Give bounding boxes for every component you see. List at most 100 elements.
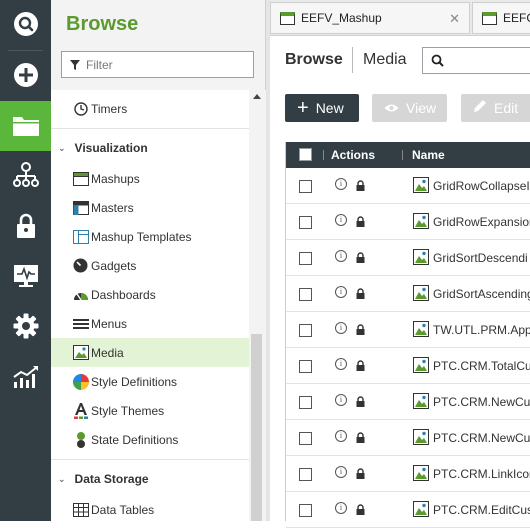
table-row[interactable]: i PTC.CRM.NewCu	[286, 384, 530, 420]
eye-icon	[384, 100, 399, 117]
table-row[interactable]: i PTC.CRM.NewCu	[286, 420, 530, 456]
lock-icon	[356, 252, 365, 263]
close-icon[interactable]: ✕	[449, 11, 460, 27]
lock-icon	[356, 180, 365, 191]
row-name[interactable]: PTC.CRM.TotalCu	[433, 359, 530, 373]
row-name[interactable]: GridRowCollapseI	[433, 179, 530, 193]
tree-item-menus[interactable]: Menus	[51, 309, 249, 338]
row-checkbox[interactable]	[299, 468, 312, 481]
table-row[interactable]: i GridSortDescendi	[286, 240, 530, 276]
row-name[interactable]: GridRowExpansion	[433, 215, 530, 229]
settings-rail-button[interactable]	[0, 302, 51, 350]
table-row[interactable]: i GridSortAscending	[286, 276, 530, 312]
info-icon[interactable]: i	[335, 466, 347, 478]
tree-item-mashup-templates[interactable]: Mashup Templates	[51, 222, 249, 251]
row-checkbox[interactable]	[299, 432, 312, 445]
monitor-icon	[13, 265, 38, 287]
new-button[interactable]: + New	[285, 94, 359, 122]
breadcrumb[interactable]: Browse	[285, 51, 343, 69]
media-grid: Actions Name i GridRowCollapseI i GridRowEx…	[285, 142, 530, 528]
column-header-actions[interactable]: Actions	[331, 148, 375, 162]
filter-box[interactable]	[61, 51, 254, 78]
table-row[interactable]: i TW.UTL.PRM.App	[286, 312, 530, 348]
scroll-thumb[interactable]	[251, 334, 262, 521]
row-name[interactable]: GridSortAscending	[433, 287, 530, 301]
media-icon	[413, 249, 429, 265]
info-icon[interactable]: i	[335, 214, 347, 226]
row-checkbox[interactable]	[299, 504, 312, 517]
tab-eefg[interactable]: EEFG	[472, 2, 530, 34]
info-icon[interactable]: i	[335, 178, 347, 190]
edit-button[interactable]: Edit	[461, 94, 530, 122]
row-name[interactable]: PTC.CRM.LinkIcon	[433, 467, 530, 481]
lock-icon	[356, 432, 365, 443]
dashboard-icon	[72, 286, 89, 303]
tree-item-gadgets[interactable]: Gadgets	[51, 251, 249, 280]
select-all-checkbox[interactable]	[299, 148, 312, 161]
row-checkbox[interactable]	[299, 324, 312, 337]
info-icon[interactable]: i	[335, 250, 347, 262]
new-rail-button[interactable]	[0, 51, 51, 99]
info-icon[interactable]: i	[335, 502, 347, 514]
search-field[interactable]	[422, 47, 530, 74]
lock-icon	[16, 213, 35, 238]
info-icon[interactable]: i	[335, 286, 347, 298]
tree-item-label: Media	[91, 345, 124, 360]
row-checkbox[interactable]	[299, 360, 312, 373]
row-name[interactable]: TW.UTL.PRM.App	[433, 323, 530, 337]
tree-item-data-tables[interactable]: Data Tables	[51, 495, 249, 521]
section-label: Visualization	[74, 141, 148, 155]
scroll-up-arrow-icon[interactable]	[253, 94, 261, 99]
media-icon	[413, 465, 429, 481]
tree-item-style-definitions[interactable]: Style Definitions	[51, 367, 249, 396]
tree-scrollbar[interactable]	[249, 90, 266, 521]
search-rail-button[interactable]	[0, 0, 51, 48]
row-name[interactable]: PTC.CRM.EditCus	[433, 503, 530, 517]
plus-icon: +	[297, 97, 309, 119]
row-name[interactable]: PTC.CRM.NewCu	[433, 395, 530, 409]
tree-item-label: Dashboards	[91, 287, 156, 302]
row-checkbox[interactable]	[299, 252, 312, 265]
analytics-rail-button[interactable]	[0, 353, 51, 401]
tab-bar: EEFV_Mashup ✕ EEFG	[270, 0, 530, 36]
row-checkbox[interactable]	[299, 216, 312, 229]
row-checkbox[interactable]	[299, 180, 312, 193]
tree-item-dashboards[interactable]: Dashboards	[51, 280, 249, 309]
browse-panel: Browse Timers ⌄ Visualization Mashups	[51, 0, 266, 521]
media-icon	[72, 344, 89, 361]
tree-item-masters[interactable]: Masters	[51, 193, 249, 222]
tree-item-timers[interactable]: Timers	[51, 94, 249, 123]
tree-item-label: Mashup Templates	[91, 229, 192, 244]
lock-icon	[356, 288, 365, 299]
table-row[interactable]: i GridRowExpansion	[286, 204, 530, 240]
view-button[interactable]: View	[372, 94, 447, 122]
row-name[interactable]: PTC.CRM.NewCu	[433, 431, 530, 445]
section-data-storage[interactable]: ⌄ Data Storage	[51, 460, 249, 498]
info-icon[interactable]: i	[335, 358, 347, 370]
row-name[interactable]: GridSortDescendi	[433, 251, 528, 265]
table-row[interactable]: i GridRowCollapseI	[286, 168, 530, 204]
security-rail-button[interactable]	[0, 202, 51, 250]
hierarchy-icon	[12, 162, 39, 187]
tree-item-mashups[interactable]: Mashups	[51, 164, 249, 193]
row-checkbox[interactable]	[299, 396, 312, 409]
tree-item-state-definitions[interactable]: State Definitions	[51, 425, 249, 454]
info-icon[interactable]: i	[335, 430, 347, 442]
section-visualization[interactable]: ⌄ Visualization	[51, 129, 249, 167]
info-icon[interactable]: i	[335, 322, 347, 334]
lock-icon	[356, 468, 365, 479]
row-checkbox[interactable]	[299, 288, 312, 301]
table-row[interactable]: i PTC.CRM.TotalCu	[286, 348, 530, 384]
table-row[interactable]: i PTC.CRM.EditCus	[286, 492, 530, 528]
filter-input[interactable]	[86, 57, 236, 72]
monitoring-rail-button[interactable]	[0, 252, 51, 300]
info-icon[interactable]: i	[335, 394, 347, 406]
modeler-rail-button[interactable]	[0, 151, 51, 199]
media-icon	[413, 501, 429, 517]
column-header-name[interactable]: Name	[412, 148, 445, 162]
tree-item-style-themes[interactable]: Style Themes	[51, 396, 249, 425]
tab-eefv-mashup[interactable]: EEFV_Mashup ✕	[270, 2, 470, 34]
browse-rail-button[interactable]	[0, 101, 51, 151]
tree-item-media[interactable]: Media	[51, 338, 249, 367]
table-row[interactable]: i PTC.CRM.LinkIcon	[286, 456, 530, 492]
